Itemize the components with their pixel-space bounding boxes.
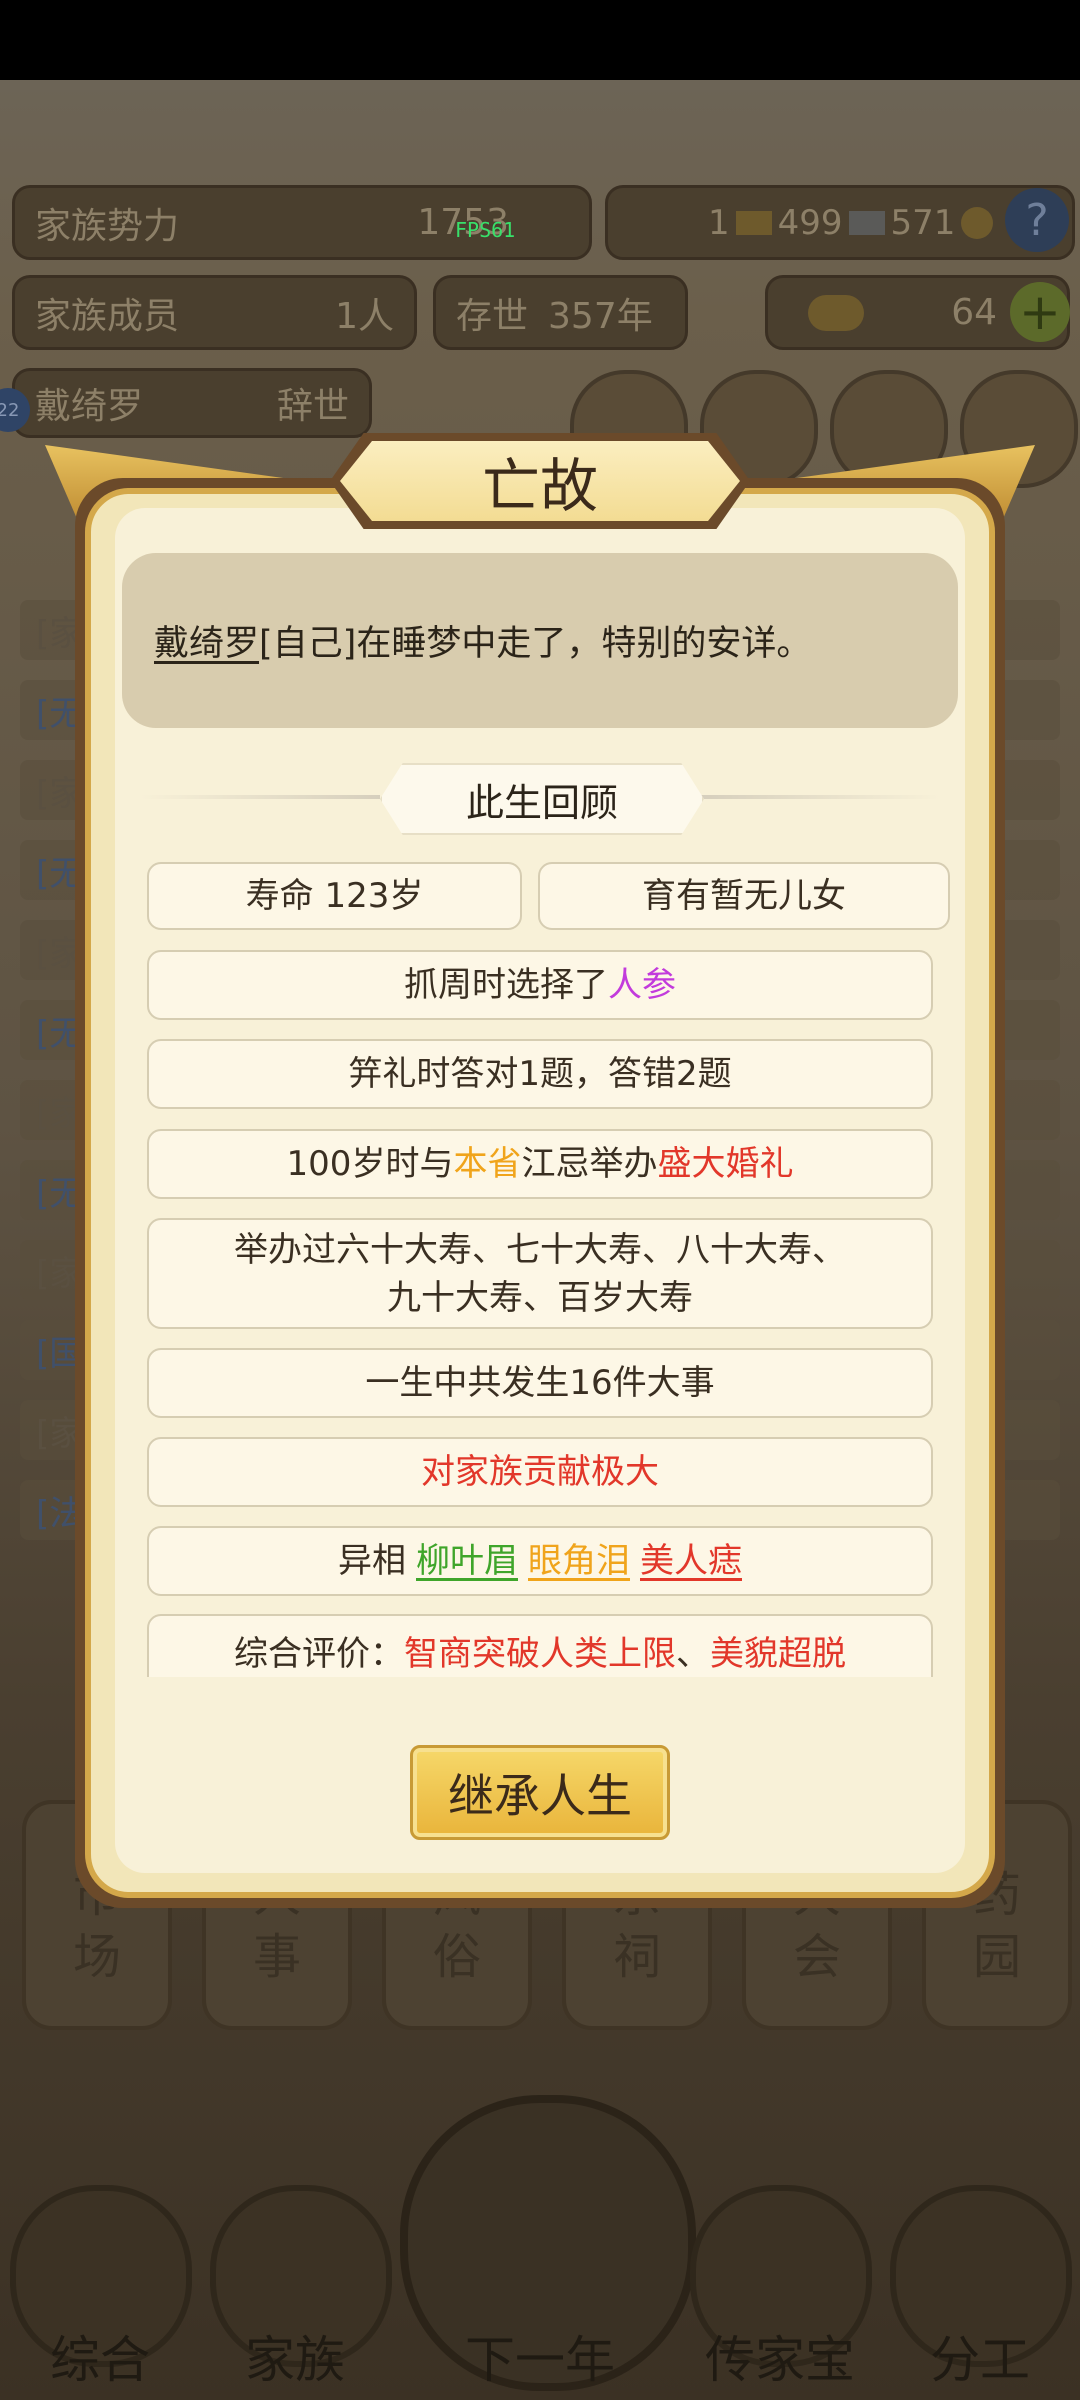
- events-text: 一生中共发生16件大事: [365, 1363, 715, 1403]
- life-review-heading: 此生回顾: [380, 763, 704, 835]
- wedding-item: 100岁时与 本省 江忌举办 盛大婚礼: [147, 1129, 933, 1199]
- bottom-nav-label: 综合: [50, 2331, 150, 2389]
- inherit-life-button[interactable]: 继承人生: [410, 1745, 670, 1840]
- traits-item: 异相 柳叶眉 眼角泪 美人痣: [147, 1526, 933, 1596]
- ingot-count: 64: [951, 292, 997, 333]
- lifespan-item: 寿命 123岁: [147, 862, 522, 930]
- gold-bar-icon: [735, 210, 772, 235]
- contribution-item: 对家族贡献极大: [147, 1437, 933, 1507]
- lifespan-text: 寿命 123岁: [245, 876, 424, 916]
- status-bar: [0, 0, 1080, 80]
- dialog-title: 亡故: [481, 452, 598, 520]
- eval-part2: 美貌超脱: [710, 1634, 846, 1674]
- bottom-nav-label: 家族: [245, 2331, 345, 2389]
- survive-label: 存世: [456, 295, 529, 337]
- overall-evaluation-item: 综合评价： 智商突破人类上限、美貌超脱: [147, 1614, 933, 1677]
- traits-label: 异相: [338, 1541, 406, 1581]
- fps-counter: FPS61: [455, 218, 516, 242]
- years-existed-panel: 存世 357年: [433, 275, 688, 350]
- trait-link[interactable]: 美人痣: [640, 1537, 742, 1585]
- influence-label: 家族势力: [35, 205, 180, 247]
- hairpin-ceremony-text: 笄礼时答对1题，答错2题: [348, 1054, 732, 1094]
- wedding-mid: 江忌举办: [521, 1144, 658, 1184]
- children-text: 育有暂无儿女: [642, 876, 846, 916]
- birthday-line2: 九十大寿、百岁大寿: [387, 1277, 693, 1318]
- silver-count: 499: [777, 202, 843, 243]
- eval-separator: 、: [676, 1634, 710, 1674]
- birthday-line1: 举办过六十大寿、七十大寿、八十大寿、: [234, 1229, 846, 1270]
- coin-icon: [961, 206, 994, 239]
- bottom-nav-label: 传家宝: [705, 2331, 855, 2389]
- members-label: 家族成员: [35, 295, 180, 337]
- character-tag[interactable]: 戴绮罗 辞世: [12, 368, 372, 438]
- deceased-name[interactable]: 戴绮罗: [154, 615, 259, 666]
- bottom-nav-label: 分工: [930, 2331, 1030, 2389]
- bottom-nav-label: 下一年: [465, 2331, 615, 2389]
- help-icon[interactable]: ?: [1005, 188, 1069, 252]
- events-item: 一生中共发生16件大事: [147, 1348, 933, 1418]
- ingot-icon: [808, 294, 864, 331]
- divider-right: [700, 795, 940, 799]
- divider-left: [140, 795, 380, 799]
- review-list-clip[interactable]: 综合评价： 智商突破人类上限、美貌超脱: [140, 1600, 940, 1677]
- birthday-item: 举办过六十大寿、七十大寿、八十大寿、 九十大寿、百岁大寿: [147, 1218, 933, 1329]
- eval-label: 综合评价：: [234, 1634, 404, 1674]
- character-status: 辞世: [276, 386, 349, 427]
- paper-count: 571: [890, 202, 956, 243]
- wedding-prefix: 100岁时与: [286, 1144, 454, 1184]
- contribution-text: 对家族贡献极大: [421, 1452, 659, 1492]
- zhuazhou-item: 抓周时选择了 人参: [147, 950, 933, 1020]
- wedding-type: 盛大婚礼: [657, 1144, 794, 1184]
- family-members-panel: 家族成员 1人: [12, 275, 417, 350]
- trait-link[interactable]: 眼角泪: [528, 1537, 630, 1585]
- members-value: 1人: [335, 295, 394, 337]
- zhuazhou-prefix: 抓周时选择了: [404, 965, 608, 1005]
- survive-value: 357年: [548, 295, 653, 337]
- death-message: 戴绮罗 [自己]在睡梦中走了，特别的安详。: [122, 553, 958, 728]
- hairpin-ceremony-item: 笄礼时答对1题，答错2题: [147, 1039, 933, 1109]
- eval-part1: 智商突破人类上限: [404, 1634, 676, 1674]
- silver-bar-icon: [848, 210, 885, 235]
- children-item: 育有暂无儿女: [538, 862, 950, 930]
- zhuazhou-item-name: 人参: [608, 965, 676, 1005]
- wedding-place: 本省: [453, 1144, 522, 1184]
- trait-link[interactable]: 柳叶眉: [416, 1537, 518, 1585]
- character-name: 戴绮罗: [35, 386, 144, 427]
- add-ingot-icon[interactable]: +: [1010, 282, 1070, 342]
- death-message-text: [自己]在睡梦中走了，特别的安详。: [259, 624, 812, 664]
- gold-count: 1: [708, 202, 730, 243]
